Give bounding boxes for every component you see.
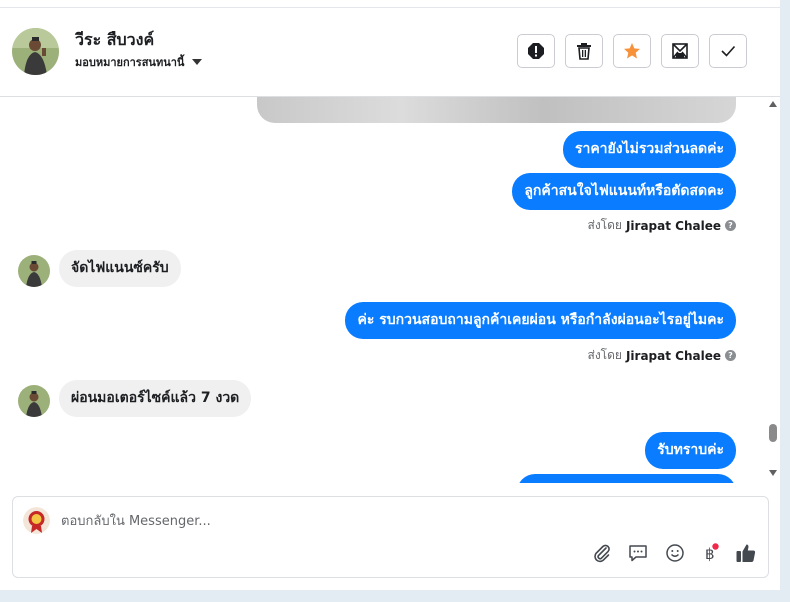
mark-done-button[interactable] xyxy=(709,34,747,68)
assign-label: มอบหมายการสนทนานี้ xyxy=(75,56,185,69)
message-thread: ราคายังไม่รวมส่วนลดค่ะ ลูกค้าสนใจไฟแนนท์… xyxy=(0,97,765,483)
page-avatar xyxy=(23,507,50,534)
contact-avatar-small[interactable] xyxy=(18,385,50,417)
thumbs-up-icon xyxy=(736,544,756,562)
checkmark-icon xyxy=(721,45,736,57)
reply-input[interactable] xyxy=(61,511,621,531)
saved-reply-icon xyxy=(629,545,647,562)
sent-by-label: ส่งโดย Jirapat Chalee ? xyxy=(587,346,736,365)
outgoing-message-partial[interactable] xyxy=(517,474,736,483)
contact-name[interactable]: วีระ สืบวงค์ xyxy=(75,28,154,53)
scroll-down-arrow-icon[interactable] xyxy=(769,470,777,476)
outgoing-message[interactable]: ค่ะ รบกวนสอบถามลูกค้าเคยผ่อน หรือกำลังผ่… xyxy=(345,302,736,339)
help-icon[interactable]: ? xyxy=(725,350,736,361)
spam-icon xyxy=(528,43,544,59)
mark-unread-icon xyxy=(672,43,688,59)
trash-icon xyxy=(577,43,591,60)
attach-button[interactable] xyxy=(591,542,613,564)
message-scrollbar[interactable] xyxy=(765,97,780,483)
emoji-button[interactable] xyxy=(664,542,686,564)
image-attachment[interactable] xyxy=(257,97,736,123)
sender-name: Jirapat Chalee xyxy=(625,348,721,363)
outgoing-message[interactable]: รับทราบค่ะ xyxy=(645,432,736,469)
attach-icon xyxy=(594,544,610,563)
outgoing-message[interactable]: ราคายังไม่รวมส่วนลดค่ะ xyxy=(562,131,736,168)
contact-avatar-small[interactable] xyxy=(18,255,50,287)
scroll-up-arrow-icon[interactable] xyxy=(769,101,777,107)
contact-avatar[interactable] xyxy=(12,28,59,75)
incoming-message[interactable]: จัดไฟแนนซ์ครับ xyxy=(59,250,181,287)
star-icon xyxy=(624,43,640,59)
payment-icon: ฿ xyxy=(705,543,719,563)
window-edge xyxy=(780,0,790,602)
sent-by-label: ส่งโดย Jirapat Chalee ? xyxy=(587,216,736,235)
incoming-message[interactable]: ผ่อนมอเตอร์ไซค์แล้ว 7 งวด xyxy=(59,380,252,417)
star-button[interactable] xyxy=(613,34,651,68)
scroll-thumb[interactable] xyxy=(769,424,777,442)
like-button[interactable] xyxy=(735,542,757,564)
mark-spam-button[interactable] xyxy=(517,34,555,68)
help-icon[interactable]: ? xyxy=(725,220,736,231)
saved-replies-button[interactable] xyxy=(627,542,649,564)
sent-by-prefix: ส่งโดย xyxy=(587,348,622,362)
conversation-panel: วีระ สืบวงค์ มอบหมายการสนทนานี้ ราคายังไ… xyxy=(0,0,780,590)
outgoing-message[interactable]: ลูกค้าสนใจไฟแนนท์หรือตัดสดคะ xyxy=(512,173,736,210)
reply-composer: ฿ xyxy=(12,496,769,578)
caret-down-icon xyxy=(192,59,203,65)
sender-name: Jirapat Chalee xyxy=(625,218,721,233)
delete-button[interactable] xyxy=(565,34,603,68)
window-edge xyxy=(0,590,790,602)
assign-conversation-dropdown[interactable]: มอบหมายการสนทนานี้ xyxy=(75,53,203,71)
mark-unread-button[interactable] xyxy=(661,34,699,68)
emoji-icon xyxy=(666,544,684,562)
payment-button[interactable]: ฿ xyxy=(699,542,721,564)
sent-by-prefix: ส่งโดย xyxy=(587,218,622,232)
conversation-header: วีระ สืบวงค์ มอบหมายการสนทนานี้ xyxy=(0,8,780,97)
